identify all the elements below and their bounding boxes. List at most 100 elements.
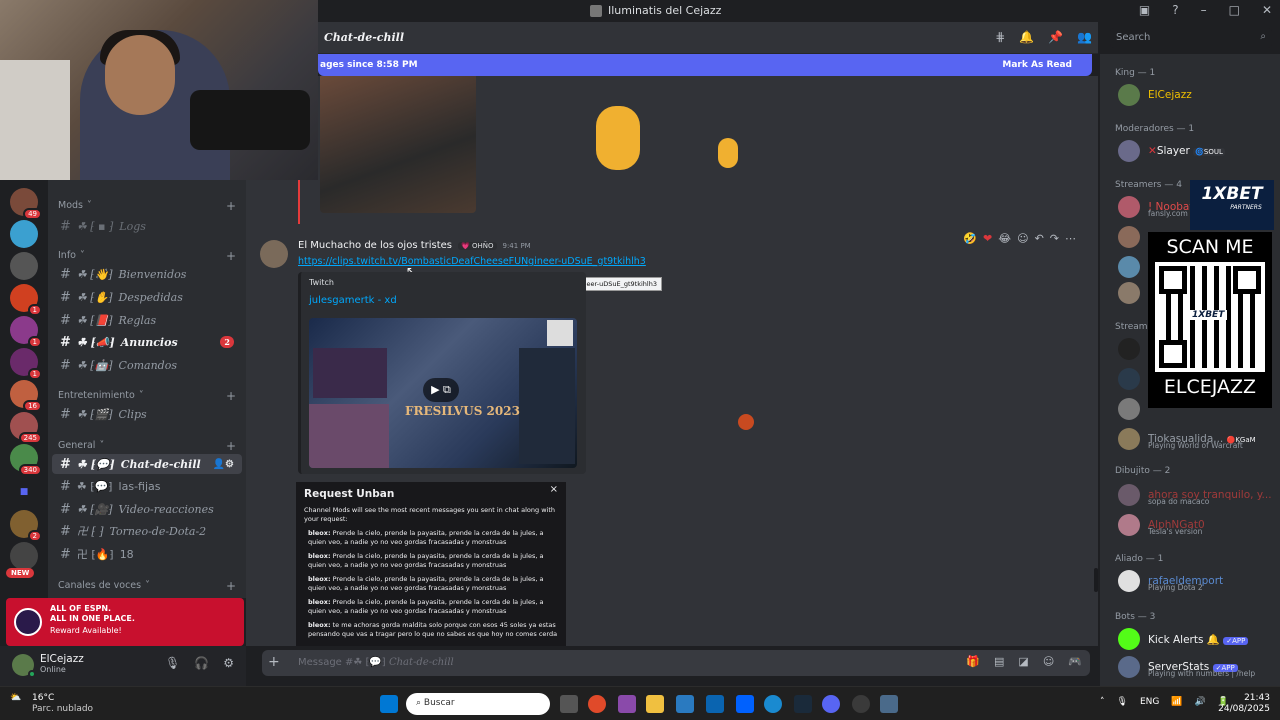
threads-icon[interactable]: ⋕ [995,30,1005,44]
mic-icon[interactable]: 🎙 [165,656,180,670]
member-item[interactable]: ElCejazz [1118,84,1278,106]
steam-icon[interactable] [794,695,812,713]
dropbox-icon[interactable] [736,695,754,713]
gift-icon[interactable]: 🎁 [966,655,980,668]
channel-torneo-dota[interactable]: # 卍 ⁅ ⁆ Torneo-de-Dota-2 [52,521,242,541]
channel-reglas[interactable]: # ☘ ⁅📕⁆ Reglas [52,310,242,330]
channel-comandos[interactable]: # ☘ ⁅🤖⁆ Comandos [52,355,242,375]
server-icon-1[interactable]: 49 [10,188,42,220]
previous-image-attachment[interactable] [320,76,476,213]
emoji-icon[interactable]: ☺ [1043,655,1054,668]
channel-bienvenidos[interactable]: # ☘ ⁅👋⁆ Bienvenidos [52,264,242,284]
server-icon-9[interactable]: 340 [10,444,42,476]
reaction-heart-icon[interactable]: ❤ [983,232,992,245]
server-icon-11[interactable] [10,542,38,570]
category-mods[interactable]: Mods ˅ + [58,199,236,213]
message-author[interactable]: El Muchacho de los ojos tristes [298,240,452,251]
mic-tray-icon[interactable]: 🎙 [1117,697,1128,707]
member-item[interactable]: ✕Slayer 🌀SOUL [1118,140,1278,162]
discord-icon[interactable] [822,695,840,713]
apps-icon[interactable]: 🎮 [1068,655,1082,668]
minimize-button[interactable]: – [1201,3,1207,17]
channel-clips[interactable]: # ☘ ⁅🎬⁆ Clips [52,404,242,424]
server-icon-7[interactable]: 16 [10,380,42,412]
server-icon-5[interactable]: 1 [10,316,42,348]
task-view-icon[interactable] [560,695,578,713]
outlook-icon[interactable] [706,695,724,713]
category-info[interactable]: Info ˅ + [58,249,236,263]
chrome-icon[interactable] [588,695,606,713]
unban-close-button[interactable]: × [550,484,558,495]
server-icon-2[interactable] [10,220,38,248]
server-icon-8[interactable]: 245 [10,412,42,444]
category-general[interactable]: General ˅ + [58,439,236,453]
obs-icon[interactable] [852,695,870,713]
server-icon-3[interactable] [10,252,38,280]
settings-gear-icon[interactable]: 👤⚙ [213,459,234,470]
sticker-icon[interactable]: ◪ [1018,655,1028,668]
help-icon[interactable]: ? [1172,3,1178,17]
member-item[interactable]: ServerStats ✓APP Playing with numbers | /… [1118,656,1278,678]
member-item[interactable]: ahora soy tranquilo, y... sopa do macaco [1118,484,1278,506]
status-dot [28,670,36,678]
weather-widget[interactable]: ⛅ 16°C Parc. nublado [10,693,93,714]
maximize-button[interactable]: □ [1229,3,1240,17]
chevron-up-icon[interactable]: ˄ [1100,697,1105,707]
channel-las-fijas[interactable]: # ☘ ⁅💬⁆ las-fijas [52,476,242,496]
attach-plus-icon[interactable]: + [268,654,280,670]
reply-icon[interactable]: ↶ [1035,232,1044,245]
add-reaction-icon[interactable]: ☺ [1017,232,1028,245]
calculator-icon[interactable] [880,695,898,713]
server-icon-4[interactable]: 1 [10,284,42,316]
espn-reward-banner[interactable]: ALL OF ESPN. ALL IN ONE PLACE. Reward Av… [6,598,244,646]
embed-title[interactable]: julesgamertk - xd [309,295,397,306]
pin-icon[interactable]: 📌 [1048,30,1063,44]
member-item[interactable]: Kick Alerts 🔔 ✓APP [1118,628,1278,650]
inbox-icon[interactable]: ▣ [1139,3,1150,17]
new-messages-bar[interactable]: ages since 8:58 PM Mark As Read [318,54,1092,76]
headphones-icon[interactable]: 🎧 [194,656,209,670]
category-voces[interactable]: Canales de voces ˅ + [58,579,236,593]
taskbar-search[interactable]: ⌕ Buscar [406,693,550,715]
start-button[interactable] [380,695,398,713]
volume-icon[interactable]: 🔊 [1195,697,1206,707]
embed-thumbnail[interactable]: FRESILVUS 2023 ▶ ⧉ [309,318,577,468]
channel-video-reacciones[interactable]: # ☘ ⁅🎥⁆ Video-reacciones [52,499,242,519]
copilot-icon[interactable] [618,695,636,713]
mark-as-read-button[interactable]: Mark As Read [1002,60,1072,70]
reaction-joy-icon[interactable]: 😂 [998,232,1011,245]
channel-despedidas[interactable]: # ☘ ⁅✋⁆ Despedidas [52,287,242,307]
clock[interactable]: 21:43 24/08/2025 [1218,693,1270,715]
message-input[interactable]: + Message #☘ ⁅💬⁆ Chat-de-chill 🎁 ▤ ◪ ☺ 🎮 [262,650,1090,676]
reaction-laugh-icon[interactable]: 🤣 [963,232,977,245]
author-avatar[interactable] [260,240,288,268]
crown-server-icon[interactable]: 2 [10,510,42,542]
search-input[interactable]: Search ⌕ [1110,28,1272,48]
edge-icon[interactable] [764,695,782,713]
language-indicator[interactable]: ENG [1140,697,1159,707]
close-button[interactable]: ✕ [1262,3,1272,17]
message-link[interactable]: https://clips.twitch.tv/BombasticDeafChe… [298,256,646,267]
bell-icon[interactable]: 🔔 [1019,30,1034,44]
channel-list: Mods ˅ + # ☘ ⁅ ▪ ⁆ Logs Info ˅ + # ☘ ⁅👋⁆ Bienven… [48,180,246,598]
category-entretenimiento[interactable]: Entretenimiento ˅ + [58,389,236,403]
play-icon[interactable]: ▶ ⧉ [423,378,459,402]
server-icon-6[interactable]: 1 [10,348,42,380]
file-explorer-icon[interactable] [646,695,664,713]
channel-logs[interactable]: # ☘ ⁅ ▪ ⁆ Logs [52,216,242,236]
channel-anuncios[interactable]: # ☘ ⁅📣⁆ Anuncios 2 [52,332,242,352]
member-item[interactable]: rafaeldemport Playing Dota 2 [1118,570,1278,592]
members-icon[interactable]: 👥 [1077,30,1092,44]
more-icon[interactable]: ⋯ [1065,232,1076,245]
store-icon[interactable] [676,695,694,713]
folder-icon[interactable]: ■ [10,478,38,506]
channel-chat-de-chill[interactable]: # ☘ ⁅💬⁆ Chat-de-chill 👤⚙ [52,454,242,474]
gif-icon[interactable]: ▤ [994,655,1004,668]
member-item[interactable]: Tiokasualida... 🔴KGaM Playing World of Wa… [1118,428,1278,450]
chat-scrollbar[interactable] [1094,568,1098,592]
channel-18[interactable]: # 卍 ⁅🔥⁆ 18 [52,544,242,564]
forward-icon[interactable]: ↷ [1050,232,1059,245]
gear-icon[interactable]: ⚙ [223,656,234,670]
member-item[interactable]: AlphNGat0 Tesla's version [1118,514,1278,536]
wifi-icon[interactable]: 📶 [1171,697,1182,707]
